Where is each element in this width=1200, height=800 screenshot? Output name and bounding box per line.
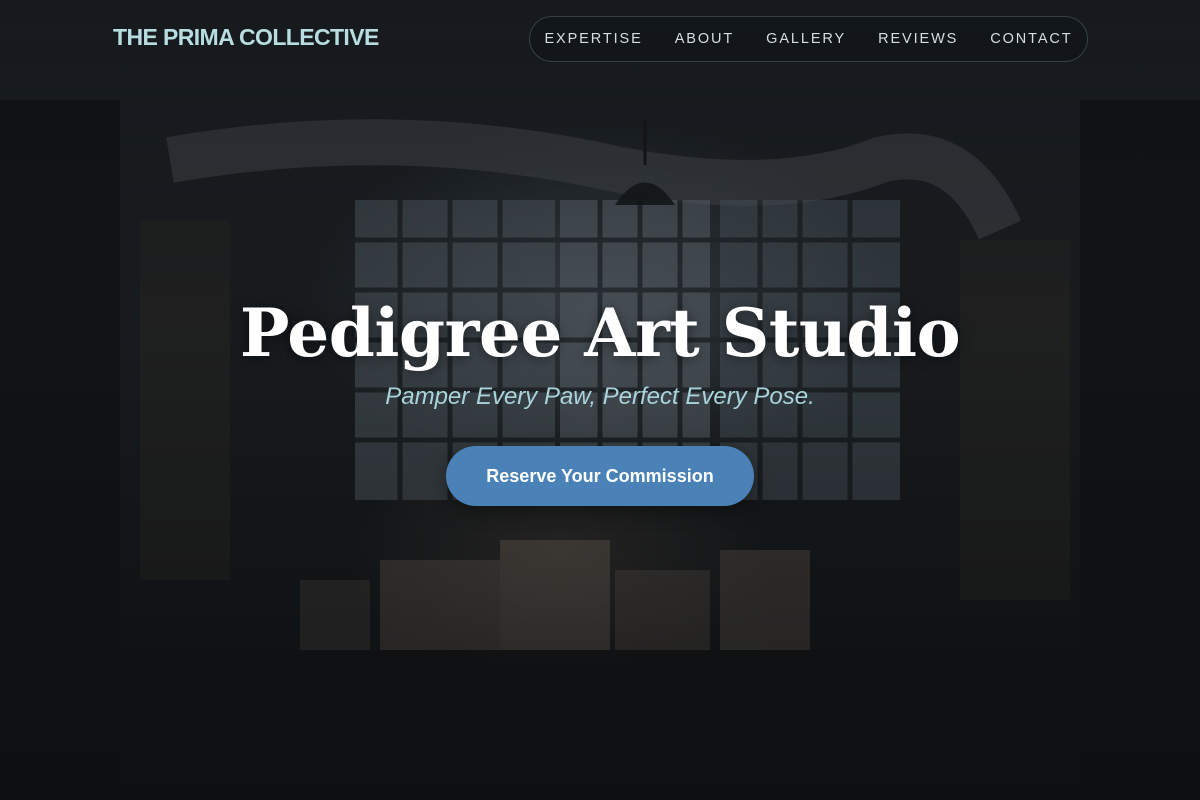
main-navigation: EXPERTISE ABOUT GALLERY REVIEWS CONTACT — [529, 16, 1088, 62]
hero-tagline: Pamper Every Paw, Perfect Every Pose. — [385, 383, 815, 410]
nav-link-reviews[interactable]: REVIEWS — [862, 31, 974, 47]
nav-link-about[interactable]: ABOUT — [659, 31, 750, 47]
hero-title: Pedigree Art Studio — [239, 294, 961, 372]
nav-link-contact[interactable]: CONTACT — [974, 31, 1088, 47]
nav-link-expertise[interactable]: EXPERTISE — [528, 31, 658, 47]
reserve-commission-button[interactable]: Reserve Your Commission — [446, 446, 754, 506]
brand-logo-text[interactable]: THE PRIMA COLLECTIVE — [113, 24, 379, 51]
hero-section: Pedigree Art Studio Pamper Every Paw, Pe… — [0, 290, 1200, 412]
site-header: THE PRIMA COLLECTIVE EXPERTISE ABOUT GAL… — [0, 0, 1200, 80]
nav-link-gallery[interactable]: GALLERY — [750, 31, 862, 47]
